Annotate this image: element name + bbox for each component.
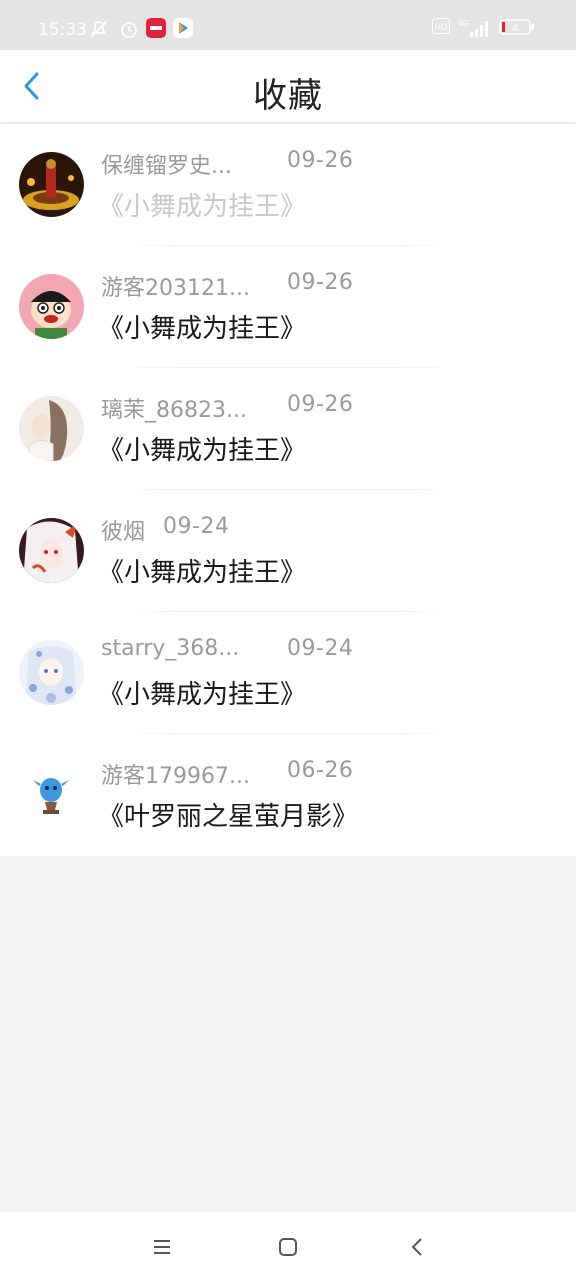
username: 游客179967... (101, 764, 250, 789)
date: 09-26 (287, 148, 354, 173)
home-square-icon (279, 1238, 297, 1256)
novel-title: 《叶罗丽之星萤月影》 (98, 802, 359, 832)
back-chevron-icon (412, 1238, 422, 1256)
list-item[interactable]: 保缠镏罗史... 09-26 《小舞成为挂王》 (0, 124, 576, 246)
muted-bell-icon (90, 20, 108, 38)
date: 06-26 (287, 758, 354, 783)
status-bar: 15:33 HD 4G 4 (0, 0, 576, 50)
list-item[interactable]: 游客179967... 06-26 《叶罗丽之星萤月影》 (0, 734, 576, 856)
system-back-button[interactable] (404, 1234, 430, 1260)
date: 09-24 (287, 636, 354, 661)
page-title: 收藏 (253, 76, 323, 116)
menu-button[interactable] (149, 1234, 175, 1260)
play-store-icon (173, 18, 193, 38)
date: 09-24 (163, 514, 230, 539)
svg-text:4G: 4G (458, 19, 469, 28)
list-item[interactable]: 璃茉_86823... 09-26 《小舞成为挂王》 (0, 368, 576, 490)
avatar (19, 396, 84, 461)
avatar (19, 762, 84, 827)
avatar (19, 152, 84, 217)
item-meta: 璃茉_86823... 09-26 (101, 392, 354, 423)
novel-title: 《小舞成为挂王》 (98, 680, 307, 710)
novel-title: 《小舞成为挂王》 (98, 314, 307, 344)
menu-icon (154, 1240, 170, 1254)
status-time: 15:33 (38, 20, 87, 40)
username: 保缠镏罗史... (101, 154, 232, 179)
username: 璃茉_86823... (101, 398, 247, 423)
item-meta: 保缠镏罗史... 09-26 (101, 148, 354, 179)
home-button[interactable] (275, 1234, 301, 1260)
item-meta: 彼烟 09-24 (101, 514, 230, 545)
app-notification-icon (146, 18, 166, 38)
novel-title: 《小舞成为挂王》 (98, 558, 307, 588)
date: 09-26 (287, 270, 354, 295)
item-meta: starry_368... 09-24 (101, 636, 353, 666)
svg-text:HD: HD (435, 22, 448, 32)
username: 游客203121... (101, 276, 250, 301)
item-meta: 游客203121... 09-26 (101, 270, 354, 301)
list-item[interactable]: starry_368... 09-24 《小舞成为挂王》 (0, 612, 576, 734)
date: 09-26 (287, 392, 354, 417)
list-item[interactable]: 游客203121... 09-26 《小舞成为挂王》 (0, 246, 576, 368)
favorites-list: 保缠镏罗史... 09-26 《小舞成为挂王》 游客203121... 09-26 … (0, 124, 576, 856)
alarm-icon (121, 22, 137, 38)
novel-title: 《小舞成为挂王》 (98, 192, 307, 222)
header: 收藏 (0, 50, 576, 122)
avatar (19, 518, 84, 583)
username: starry_368... (101, 636, 240, 661)
system-nav-bar (0, 1212, 576, 1280)
avatar (19, 640, 84, 705)
novel-title: 《小舞成为挂王》 (98, 436, 307, 466)
username: 彼烟 (101, 520, 146, 545)
avatar (19, 274, 84, 339)
signal-icon: 4G (458, 19, 488, 37)
item-meta: 游客179967... 06-26 (101, 758, 354, 789)
hd-icon: HD (432, 18, 450, 34)
svg-text:4: 4 (512, 23, 518, 34)
list-item[interactable]: 彼烟 09-24 《小舞成为挂王》 (0, 490, 576, 612)
battery-icon: 4 (499, 19, 534, 35)
